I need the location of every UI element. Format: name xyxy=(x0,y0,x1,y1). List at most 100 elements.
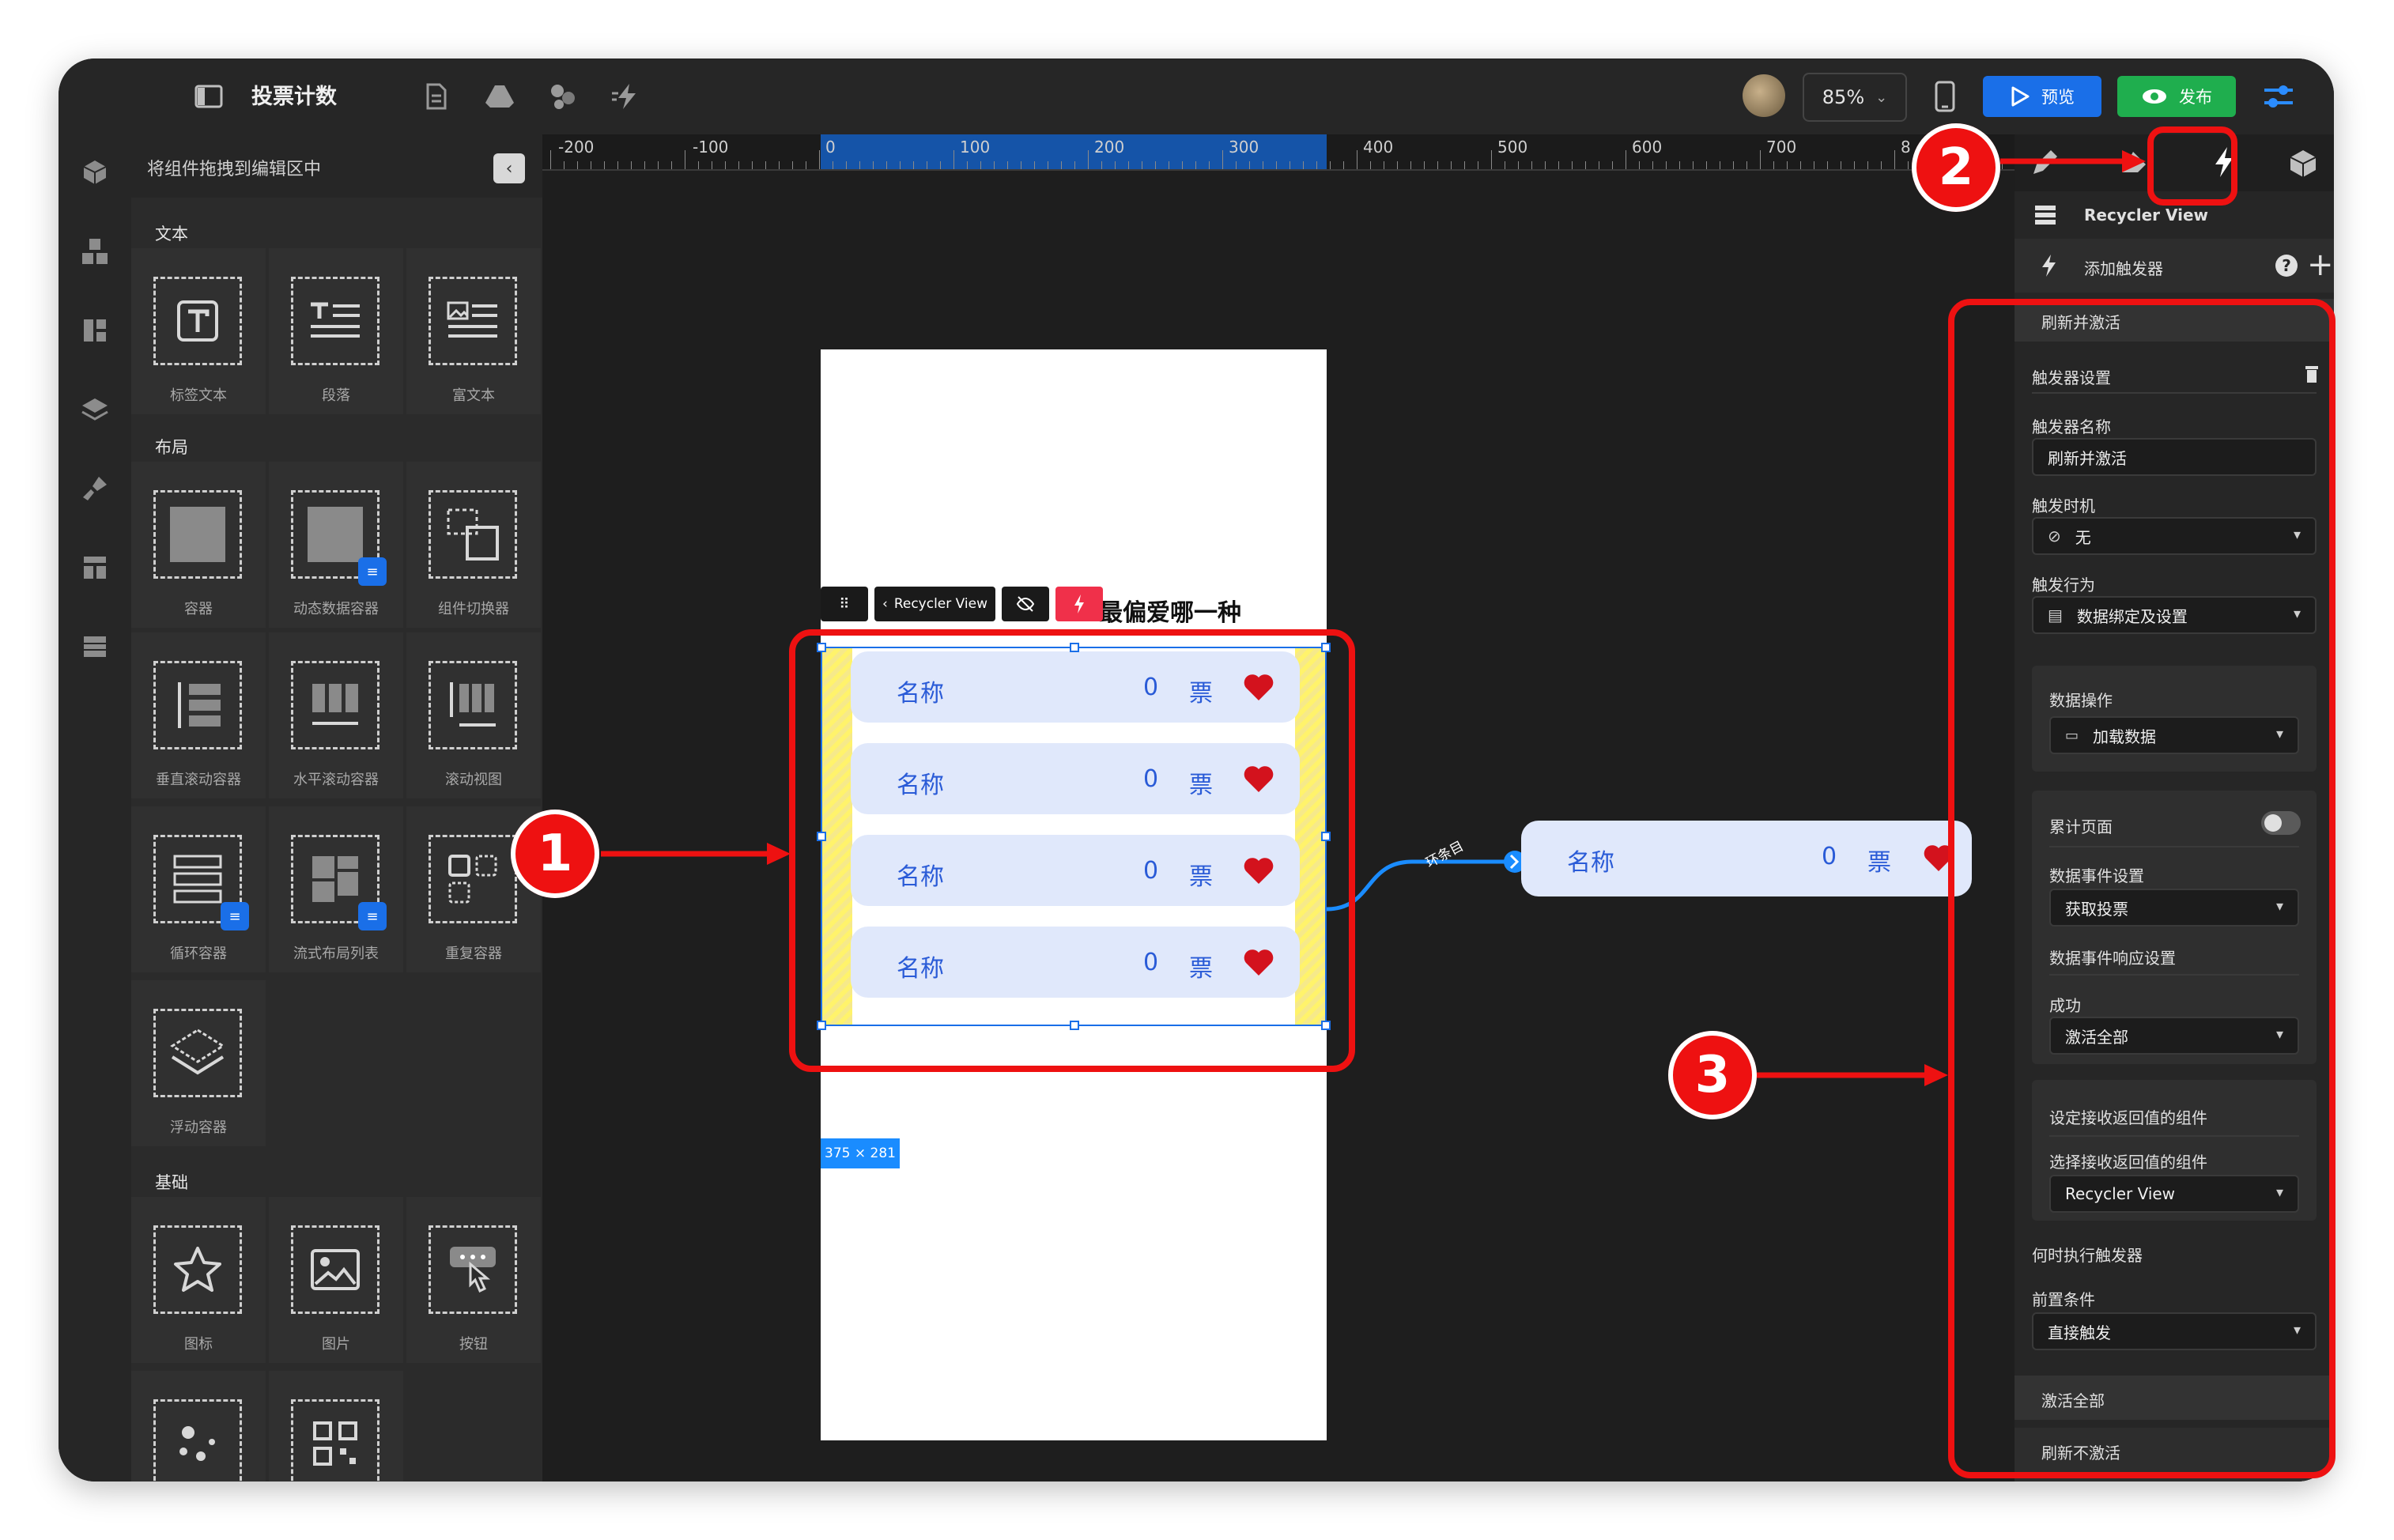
hide-icon[interactable] xyxy=(1002,587,1049,621)
component-toolbar: ⠿ ‹ Recycler View xyxy=(821,587,1103,623)
brush-icon[interactable] xyxy=(74,468,115,509)
callout-badge: 1 xyxy=(511,810,599,898)
component-horizontal-scroll[interactable]: 水平滚动容器 xyxy=(269,632,403,798)
template-icon[interactable] xyxy=(74,547,115,588)
layers-icon[interactable] xyxy=(74,389,115,430)
ruler-tick xyxy=(1639,161,1640,169)
lightning-icon xyxy=(2040,253,2057,281)
component-container[interactable]: 容器 xyxy=(131,462,266,628)
text-t-icon xyxy=(153,277,242,365)
component-scroll-view[interactable]: 滚动视图 xyxy=(406,632,541,798)
component-flow-list[interactable]: ≡ 流式布局列表 xyxy=(269,806,403,972)
ruler-tick xyxy=(1236,161,1237,169)
settings-sliders-icon[interactable] xyxy=(2260,77,2298,115)
ruler-tick xyxy=(1437,161,1438,169)
ruler-tick xyxy=(1330,161,1331,169)
collapse-panel-button[interactable]: ‹ xyxy=(493,153,525,183)
cube-icon[interactable] xyxy=(74,152,115,193)
ruler-tick xyxy=(1558,161,1559,169)
ruler-tick xyxy=(1894,150,1895,169)
tile-label: 循环容器 xyxy=(170,946,227,962)
template-connector xyxy=(1326,851,1526,912)
ruler-tick xyxy=(1182,161,1183,169)
component-image[interactable]: 图片 xyxy=(269,1197,403,1363)
qr-code-icon xyxy=(291,1399,379,1481)
tile-label: 标签文本 xyxy=(170,387,227,404)
callout-badge: 2 xyxy=(1912,123,2000,212)
layout-icon[interactable] xyxy=(74,310,115,351)
ruler-tick xyxy=(1061,161,1062,169)
avatar[interactable] xyxy=(1743,74,1785,117)
help-icon[interactable]: ? xyxy=(2275,255,2298,277)
component-button[interactable]: 按钮 xyxy=(406,1197,541,1363)
add-trigger-label: 添加触发器 xyxy=(2084,259,2163,278)
component-paragraph[interactable]: 段落 xyxy=(269,248,403,414)
ruler-label: 300 xyxy=(1229,138,1259,157)
plus-icon[interactable]: + xyxy=(2307,247,2334,283)
size-tag: 375 × 281 xyxy=(821,1138,900,1168)
tile-label: 图标 xyxy=(184,1336,213,1353)
selected-component-name: Recycler View xyxy=(2084,206,2208,225)
ruler-tick xyxy=(1128,161,1129,169)
ruler-label: 500 xyxy=(1497,138,1528,157)
chevron-down-icon: ⌄ xyxy=(1875,89,1888,106)
preview-button[interactable]: 预览 xyxy=(1983,76,2101,117)
rich-text-icon xyxy=(429,277,517,365)
ruler-tick xyxy=(1370,161,1371,169)
ruler-tick xyxy=(1908,161,1909,169)
add-trigger-row[interactable]: 添加触发器 ? + xyxy=(2015,239,2334,293)
container-icon xyxy=(153,490,242,579)
ruler-tick xyxy=(1155,161,1156,169)
actions-icon[interactable] xyxy=(607,77,645,115)
panel-header-text: 将组件拖拽到编辑区中 xyxy=(147,160,322,179)
parent-select-button[interactable]: ‹ Recycler View xyxy=(874,587,995,621)
ruler-tick xyxy=(1706,161,1707,169)
component-loop-container[interactable]: ≡ 循环容器 xyxy=(131,806,266,972)
ruler-label: 0 xyxy=(825,138,836,157)
component-vertical-scroll[interactable]: 垂直滚动容器 xyxy=(131,632,266,798)
sidebar-toggle-icon[interactable] xyxy=(190,77,228,115)
zoom-select[interactable]: 85% ⌄ xyxy=(1803,73,1907,122)
component-more-2[interactable] xyxy=(269,1371,403,1481)
chevron-left-icon: ‹ xyxy=(505,158,513,179)
ruler-tick xyxy=(1249,161,1250,169)
ruler-tick xyxy=(738,161,739,169)
component-floating-container[interactable]: 浮动容器 xyxy=(131,980,266,1146)
eye-icon xyxy=(2143,89,2166,104)
ruler-tick xyxy=(1881,161,1882,169)
component-switcher[interactable]: 组件切换器 xyxy=(406,462,541,628)
panel-header: 将组件拖拽到编辑区中 ‹ xyxy=(131,134,542,198)
arrow-right-icon xyxy=(601,843,791,865)
component-more-1[interactable] xyxy=(131,1371,266,1481)
ruler-tick xyxy=(1531,161,1532,169)
tile-label: 滚动视图 xyxy=(445,772,502,788)
plugin-cube-icon[interactable] xyxy=(2288,149,2318,182)
tile-label: 图片 xyxy=(322,1336,350,1353)
blocks-icon[interactable] xyxy=(74,231,115,272)
tile-label: 按钮 xyxy=(459,1336,488,1353)
component-rich-text[interactable]: 富文本 xyxy=(406,248,541,414)
drive-icon[interactable] xyxy=(481,77,519,115)
tile-label: 动态数据容器 xyxy=(293,601,379,617)
ruler-tick xyxy=(1101,161,1102,169)
publish-button[interactable]: 发布 xyxy=(2117,76,2236,117)
ruler-tick xyxy=(1074,161,1075,169)
top-bar: 投票计数 85% ⌄ 预览 发布 xyxy=(59,59,2334,134)
ruler-tick xyxy=(1195,161,1196,169)
item-template[interactable]: 名称 0 票 xyxy=(1521,821,1972,896)
drag-handle-icon[interactable]: ⠿ xyxy=(821,587,868,621)
page-heading[interactable]: 最偏爱哪一种 xyxy=(1099,593,1241,628)
component-dynamic-container[interactable]: ≡ 动态数据容器 xyxy=(269,462,403,628)
document-icon[interactable] xyxy=(417,77,455,115)
item-name: 名称 xyxy=(1567,849,1614,877)
component-icon[interactable]: 图标 xyxy=(131,1197,266,1363)
ruler-tick xyxy=(1572,161,1573,169)
data-source-icon[interactable] xyxy=(544,77,582,115)
device-mobile-icon[interactable] xyxy=(1926,77,1964,115)
component-label-text[interactable]: 标签文本 xyxy=(131,248,266,414)
ruler-tick xyxy=(900,161,901,169)
trigger-lightning-icon[interactable] xyxy=(1055,587,1103,621)
ruler-tick xyxy=(994,161,995,169)
list-icon[interactable] xyxy=(74,626,115,667)
tile-label: 富文本 xyxy=(452,387,495,404)
